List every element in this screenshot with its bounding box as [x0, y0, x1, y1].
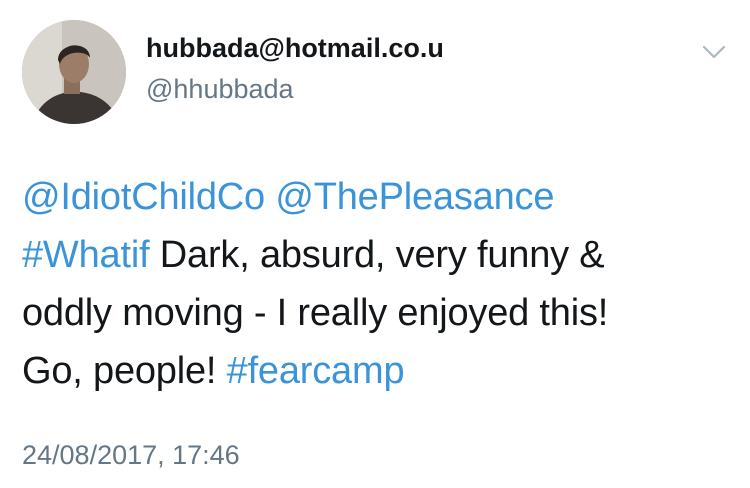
user-handle[interactable]: @hhubbada — [146, 74, 294, 105]
tweet-card: hubbada@hotmail.co.u @hhubbada @IdiotChi… — [0, 0, 750, 488]
tweet-space — [265, 176, 275, 218]
profile-photo-icon — [22, 20, 126, 124]
timestamp[interactable]: 24/08/2017, 17:46 — [22, 440, 240, 471]
mention-idiotchildco[interactable]: @IdiotChildCo — [22, 176, 265, 218]
tweet-text-segment-3: Go, people! — [22, 350, 227, 392]
mention-thepleasance[interactable]: @ThePleasance — [275, 176, 554, 218]
tweet-line-1: @IdiotChildCo @ThePleasance — [22, 168, 732, 226]
avatar[interactable] — [22, 20, 126, 124]
tweet-line-4: Go, people! #fearcamp — [22, 342, 732, 400]
tweet-line-2: #Whatif Dark, absurd, very funny & — [22, 226, 732, 284]
display-name[interactable]: hubbada@hotmail.co.u — [146, 33, 444, 64]
hashtag-fearcamp[interactable]: #fearcamp — [227, 350, 405, 392]
tweet-text: @IdiotChildCo @ThePleasance #Whatif Dark… — [22, 168, 732, 400]
chevron-down-icon[interactable] — [700, 42, 728, 62]
tweet-text-segment-1: Dark, absurd, very funny & — [149, 234, 605, 276]
tweet-line-3: oddly moving - I really enjoyed this! — [22, 292, 609, 334]
hashtag-whatif[interactable]: #Whatif — [22, 234, 150, 276]
